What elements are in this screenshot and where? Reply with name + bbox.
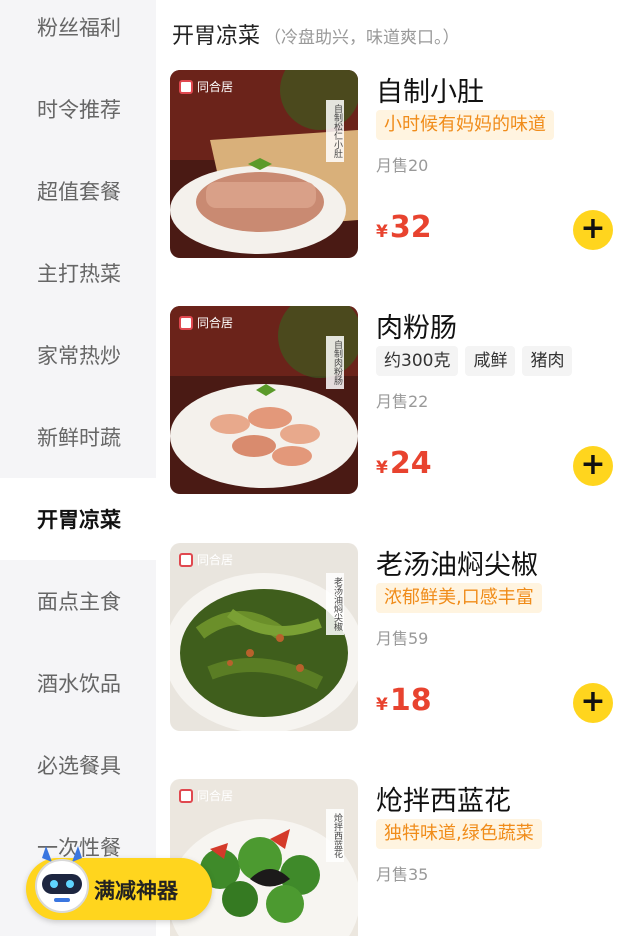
category-sidebar: 粉丝福利 时令推荐 超值套餐 主打热菜 家常热炒 新鲜时蔬 开胃凉菜 面点主食 … [0,0,156,936]
sidebar-item-home-stirfry[interactable]: 家常热炒 [0,314,156,396]
add-to-cart-button[interactable]: + [573,210,613,250]
sidebar-item-combo-deals[interactable]: 超值套餐 [0,150,156,232]
sidebar-item-seasonal[interactable]: 时令推荐 [0,68,156,150]
sidebar-item-cold-appetizers[interactable]: 开胃凉菜 [0,478,156,560]
section-subtitle: （冷盘助兴，味道爽口。） [264,28,460,48]
sidebar-item-tableware[interactable]: 必选餐具 [0,724,156,806]
robot-mascot-icon [35,846,89,913]
brand-logo: 同合居 [179,78,233,95]
dish-name: 老汤油焖尖椒 [376,550,538,581]
menu-item[interactable]: 同合居 自制松仁小肚 自制小肚 小时候有妈妈的味道 月售20 ¥32 + [170,70,626,260]
image-label: 老汤油焖尖椒 [326,573,344,635]
price: ¥18 [376,683,432,718]
monthly-sales: 月售35 [376,865,429,884]
monthly-sales: 月售22 [376,392,429,411]
section-header: 开胃凉菜 （冷盘助兴，味道爽口。） [172,18,460,50]
promo-tag: 浓郁鲜美,口感丰富 [376,583,542,613]
braised-peppers-plate [170,543,358,731]
sidebar-item-fan-benefits[interactable]: 粉丝福利 [0,0,156,68]
sausage-slices-plate [170,306,358,494]
tag-weight: 约300克 [376,346,459,376]
menu-item[interactable]: 同合居 老汤油焖尖椒 老汤油焖尖椒 浓郁鲜美,口感丰富 月售59 ¥18 + [170,543,626,733]
add-to-cart-button[interactable]: + [573,683,613,723]
add-to-cart-button[interactable]: + [573,446,613,486]
section-title: 开胃凉菜 [172,24,261,49]
menu-list: 开胃凉菜 （冷盘助兴，味道爽口。） 同合居 自制松仁小肚 自制小肚 小时候有妈妈的… [156,0,640,936]
sidebar-item-fresh-veg[interactable]: 新鲜时蔬 [0,396,156,478]
brand-logo: 同合居 [179,314,233,331]
promo-tag: 小时候有妈妈的味道 [376,110,554,140]
sliced-sausage-plate [170,70,358,258]
image-label: 自制松仁小肚 [326,100,344,162]
brand-logo: 同合居 [179,787,233,804]
dish-photo[interactable]: 同合居 自制肉粉肠 [170,306,358,494]
dish-name: 自制小肚 [376,77,484,108]
badge-label: 满减神器 [94,879,178,903]
image-label: 炝拌西蓝花 [326,809,344,862]
menu-item[interactable]: 同合居 自制肉粉肠 肉粉肠 约300克 咸鲜 猪肉 月售22 ¥24 + [170,306,626,496]
discount-tool-badge[interactable]: 满减神器 [26,846,212,920]
sidebar-item-drinks[interactable]: 酒水饮品 [0,642,156,724]
price: ¥32 [376,210,432,245]
promo-tag: 独特味道,绿色蔬菜 [376,819,542,849]
dish-name: 肉粉肠 [376,313,457,344]
dish-photo[interactable]: 同合居 老汤油焖尖椒 [170,543,358,731]
sidebar-item-noodles-staples[interactable]: 面点主食 [0,560,156,642]
dish-name: 炝拌西蓝花 [376,786,511,817]
tag-list: 约300克 咸鲜 猪肉 [376,346,579,376]
tag-flavor: 咸鲜 [465,346,516,376]
menu-item[interactable]: 同合居 炝拌西蓝花 炝拌西蓝花 独特味道,绿色蔬菜 月售35 [170,779,626,936]
sidebar-item-signature-hot[interactable]: 主打热菜 [0,232,156,314]
price: ¥24 [376,446,432,481]
image-label: 自制肉粉肠 [326,336,344,389]
brand-logo: 同合居 [179,551,233,568]
dish-photo[interactable]: 同合居 自制松仁小肚 [170,70,358,258]
monthly-sales: 月售20 [376,156,429,175]
tag-meat: 猪肉 [522,346,573,376]
monthly-sales: 月售59 [376,629,429,648]
